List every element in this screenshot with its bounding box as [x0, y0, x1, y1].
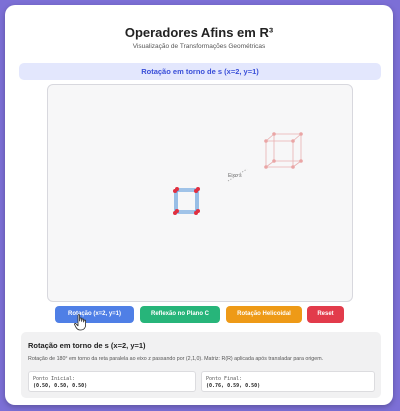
hand-cursor-icon — [74, 314, 86, 331]
initial-point-box: Ponto Inicial: (0.50, 0.50, 0.50) — [28, 371, 196, 392]
final-point-label: Ponto Final: — [206, 376, 243, 382]
final-point-value: (0.76, 0.59, 0.50) — [206, 383, 261, 389]
original-cube — [174, 188, 199, 214]
initial-point-value: (0.50, 0.50, 0.50) — [33, 383, 88, 389]
main-card: Operadores Afins em R³ Visualização de T… — [5, 5, 393, 405]
reflection-button[interactable]: Reflexão no Plano C — [140, 306, 220, 323]
page-title: Operadores Afins em R³ — [124, 25, 274, 40]
info-description: Rotação de 180° em torno da reta paralel… — [28, 356, 324, 362]
helical-rotation-button[interactable]: Rotação Helicoidal — [226, 306, 302, 323]
info-title: Rotação em torno de s (x=2, y=1) — [28, 341, 146, 350]
page-subtitle: Visualização de Transformações Geométric… — [132, 43, 266, 50]
scene-svg: Eixo s — [173, 132, 303, 215]
info-panel: Rotação em torno de s (x=2, y=1) Rotação… — [21, 332, 381, 398]
rotation-button[interactable]: Rotação (x=2, y=1) — [55, 306, 134, 323]
ghost-cube — [265, 133, 302, 168]
reset-button[interactable]: Reset — [307, 306, 344, 323]
final-point-box: Ponto Final: (0.76, 0.59, 0.50) — [201, 371, 375, 392]
axis-label: Eixo s — [228, 173, 242, 179]
transformation-banner: Rotação em torno de s (x=2, y=1) — [19, 63, 381, 80]
initial-point-label: Ponto Inicial: — [33, 376, 76, 382]
3d-viewport[interactable]: Eixo s — [47, 84, 353, 302]
